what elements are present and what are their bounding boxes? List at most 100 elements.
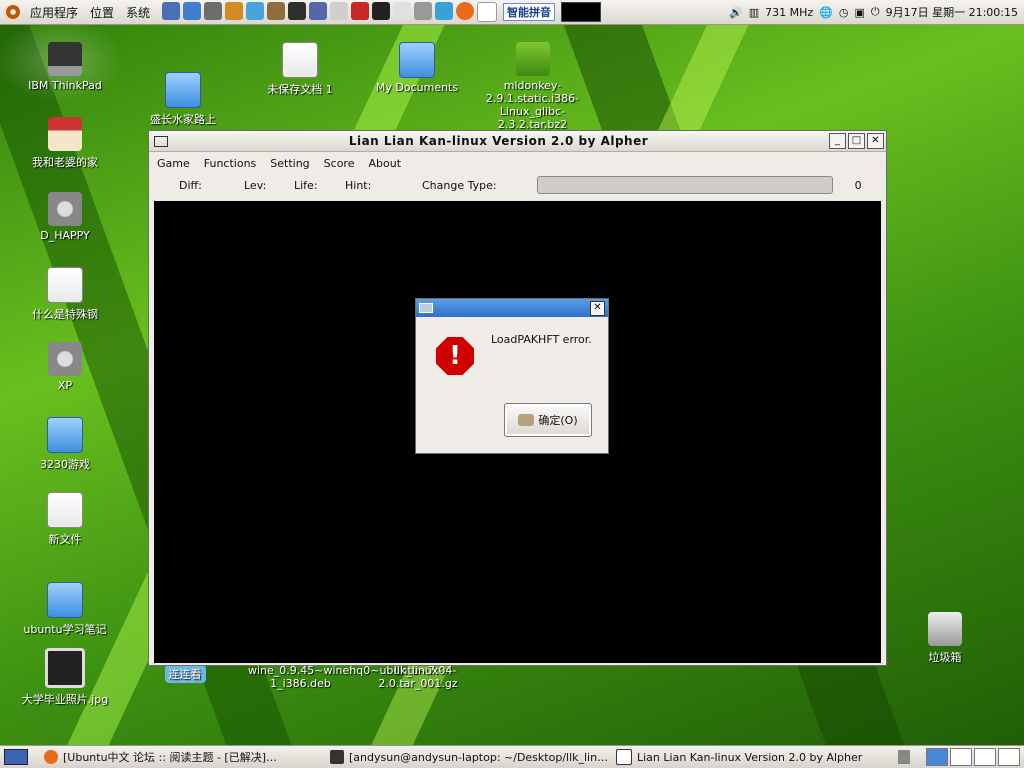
game-menubar: Game Functions Setting Score About [149,152,886,174]
laptop-icon [48,42,82,76]
task-lianliankan[interactable]: Lian Lian Kan-linux Version 2.0 by Alphe… [608,747,894,767]
launcher-icon[interactable] [309,2,328,20]
desktop-icon-ibm-thinkpad[interactable]: IBM ThinkPad [20,42,110,92]
menu-system[interactable]: 系统 [120,4,156,21]
ok-button-label: 确定(O) [538,414,578,427]
desktop-icon-mldonkey-archive[interactable]: mldonkey-2.9.1.static.i386-Linux_glibc-2… [480,42,585,131]
folder-icon [47,417,83,453]
launcher-icon[interactable] [267,2,286,20]
desktop-icon-graduation-photo[interactable]: 大学毕业照片.jpg [20,648,110,707]
task-firefox-forum[interactable]: [Ubuntu中文 论坛 :: 阅读主题 - [已解决]… [36,747,322,767]
progress-value: 0 [854,178,862,192]
minimize-button[interactable]: _ [829,133,846,149]
workspace-2[interactable] [950,748,972,766]
menu-functions[interactable]: Functions [204,157,257,170]
harddisk-icon [48,342,82,376]
power-icon[interactable]: ⏻ [871,5,880,19]
clock[interactable]: 9月17日 星期一 21:00:15 [886,4,1018,20]
ok-hand-icon [518,414,535,426]
launcher-icon[interactable] [162,2,181,20]
desktop-icon-wine-deb[interactable]: wine_0.9.45~winehq0~ubuntu~7.04-1_i386.d… [248,664,456,690]
folder-icon [165,72,201,108]
error-stop-icon: ! [436,337,474,375]
harddisk-icon [48,192,82,226]
folder-icon [399,42,435,78]
desktop-icon-unsaved-doc[interactable]: 未保存文档 1 [255,42,345,97]
desktop-icon-special-steel[interactable]: 什么是特殊钢 [20,267,110,322]
terminal-icon[interactable] [372,2,391,20]
maximize-button[interactable]: □ [848,133,865,149]
desktop-icon-trash[interactable]: 垃圾箱 [900,612,990,665]
launcher-icon[interactable] [246,2,265,20]
close-button[interactable]: ✕ [867,133,884,149]
game-window-title: Lian Lian Kan-linux Version 2.0 by Alphe… [348,134,649,148]
ime-indicator[interactable]: 智能拼音 [503,3,556,21]
clock-applet-icon[interactable]: ◷ [839,6,849,19]
error-message: LoadPAKHFT error. [491,333,592,346]
desktop-icon-folder[interactable]: 盛长水家路上 [138,72,228,127]
qq-penguin-icon[interactable] [477,2,498,22]
life-label: Life: [294,178,318,192]
trash-icon [928,612,962,646]
workspace-4[interactable] [998,748,1020,766]
error-dialog: ✕ ! LoadPAKHFT error. 确定(O) [415,298,609,454]
system-monitor-graph[interactable] [561,2,602,22]
ok-button[interactable]: 确定(O) [504,403,592,437]
launcher-icon[interactable] [330,2,349,20]
cpu-frequency: 731 MHz [765,5,814,19]
launcher-icon[interactable] [351,2,370,20]
desktop-icon-ubuntu-notes[interactable]: ubuntu学习笔记 [20,582,110,637]
bottom-panel: [Ubuntu中文 论坛 :: 阅读主题 - [已解决]… [andysun@a… [0,745,1024,768]
firefox-icon[interactable] [456,2,475,20]
desktop-icon-3230-games[interactable]: 3230游戏 [20,417,110,472]
time-progress-bar [536,176,833,194]
network-globe-icon[interactable]: 🌐 [819,6,833,19]
menu-applications[interactable]: 应用程序 [24,4,84,21]
lev-label: Lev: [244,178,267,192]
dialog-close-button[interactable]: ✕ [590,300,605,316]
launcher-icon[interactable] [393,2,412,20]
game-status-row: Diff: Lev: Life: Hint: Change Type: 0 [149,174,886,196]
menu-places[interactable]: 位置 [84,4,120,21]
calculator-icon[interactable] [414,2,433,20]
hint-label: Hint: [345,178,372,192]
menu-game[interactable]: Game [157,157,190,170]
diff-label: Diff: [179,178,202,192]
archive-icon [515,42,550,76]
launcher-icon[interactable] [435,2,454,20]
desktop-icon-lianliankan[interactable]: 连连看 [140,665,230,683]
document-icon [47,492,83,528]
folder-icon [47,582,83,618]
window-icon [616,749,632,765]
launcher-icon[interactable] [225,2,244,20]
desktop-icon-xp[interactable]: XP [20,342,110,392]
ubuntu-logo-icon[interactable] [6,5,20,19]
desktop-icon-home[interactable]: 我和老婆的家 [20,117,110,170]
home-icon [48,117,82,151]
menu-score[interactable]: Score [324,157,355,170]
window-menu-icon[interactable] [419,303,433,313]
launcher-icon[interactable] [204,2,223,20]
show-desktop-icon[interactable] [4,749,28,765]
terminal-icon [330,750,344,764]
menu-about[interactable]: About [368,157,401,170]
desktop-icon-new-file[interactable]: 新文件 [20,492,110,547]
launcher-icon[interactable] [288,2,307,20]
window-menu-icon[interactable] [154,135,168,147]
error-dialog-titlebar[interactable]: ✕ [416,299,608,317]
workspace-3[interactable] [974,748,996,766]
document-icon [47,267,83,303]
trash-applet-icon[interactable] [898,750,910,764]
desktop-icon-llk-archive[interactable]: llk_linux-2.0.tar_001.gz [368,664,468,690]
launcher-bar [162,2,498,22]
change-type-label: Change Type: [422,178,497,192]
network-monitor-icon[interactable]: ▣ [854,6,864,19]
volume-icon[interactable]: 🔊 [729,6,743,19]
desktop-icon-d-happy[interactable]: D_HAPPY [20,192,110,242]
launcher-icon[interactable] [183,2,202,20]
game-window-titlebar[interactable]: Lian Lian Kan-linux Version 2.0 by Alphe… [149,131,886,152]
task-terminal[interactable]: [andysun@andysun-laptop: ~/Desktop/llk_l… [322,747,608,767]
menu-setting[interactable]: Setting [270,157,309,170]
workspace-1[interactable] [926,748,948,766]
desktop-icon-my-documents[interactable]: My Documents [372,42,462,94]
